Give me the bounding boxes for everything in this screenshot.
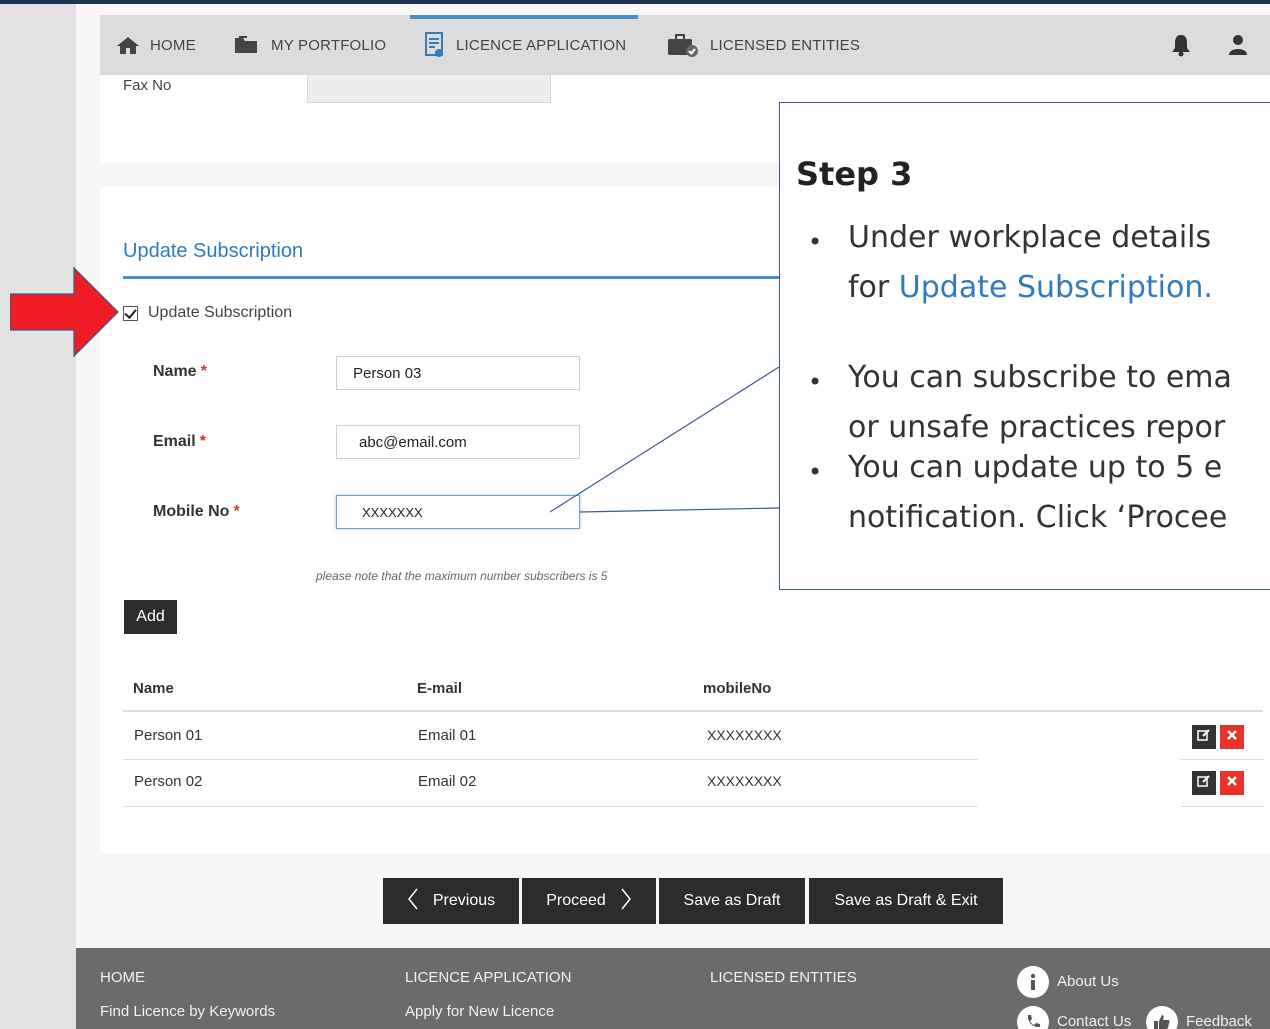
callout-bullet1-prefix: for — [848, 270, 899, 305]
callout-bullet3-line1: You can update up to 5 e — [848, 450, 1223, 485]
callout-title: Step 3 — [796, 155, 913, 193]
callout-update-subscription-link: Update Subscription. — [898, 270, 1213, 305]
callout-bullet3-line2: notification. Click ‘Procee — [848, 500, 1228, 535]
callout-bullet: • — [808, 368, 823, 396]
callout-bullet: • — [808, 228, 823, 256]
callout-bullet: • — [808, 458, 823, 486]
callout-bullet1-line1: Under workplace details — [848, 220, 1212, 255]
callout-bullet1-line2: for Update Subscription. — [848, 270, 1213, 305]
callout-bullet2-line2: or unsafe practices repor — [848, 410, 1226, 445]
red-arrow-icon — [10, 266, 119, 358]
callout-bullet2-line1: You can subscribe to ema — [848, 360, 1232, 395]
